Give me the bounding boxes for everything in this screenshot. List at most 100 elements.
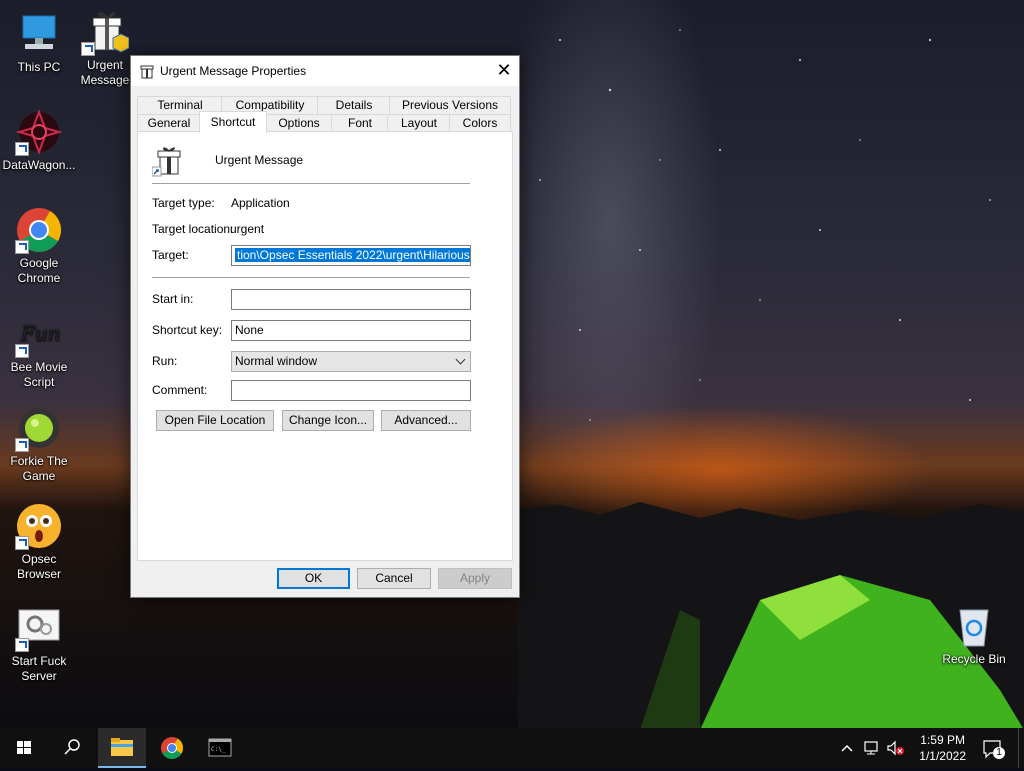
target-type-label: Target type:: [152, 196, 215, 210]
bee-movie-icon: Fun: [15, 310, 63, 358]
desktop-icon-label: Opsec Browser: [16, 552, 61, 581]
shortcut-arrow-icon: [15, 344, 29, 358]
desktop-icon-label: Google Chrome: [17, 256, 61, 285]
chevron-down-icon: [455, 354, 466, 365]
tab-layout[interactable]: Layout: [387, 114, 451, 132]
tab-font[interactable]: Font: [331, 114, 389, 132]
shortcut-arrow-icon: [15, 638, 29, 652]
start-in-input[interactable]: [231, 289, 471, 310]
show-hidden-icons-button[interactable]: [840, 741, 854, 755]
desktop-icon-bee-movie-script[interactable]: Fun Bee Movie Script: [1, 310, 77, 390]
desktop-icon-forkie-the-game[interactable]: Forkie The Game: [1, 404, 77, 484]
target-location-value: urgent: [230, 222, 265, 236]
show-desktop-button[interactable]: [1018, 728, 1024, 768]
clock-time: 1:59 PM: [920, 733, 965, 747]
action-center-button[interactable]: 1: [982, 738, 1006, 760]
volume-tray-button[interactable]: [886, 740, 906, 756]
desktop-icon-label: Start Fuck Server: [11, 654, 67, 683]
opsec-browser-icon: [15, 502, 63, 550]
target-value: tion\Opsec Essentials 2022\urgent\Hilari…: [235, 248, 470, 262]
desktop-icon-urgent-message[interactable]: Urgent Message: [77, 8, 133, 88]
desktop-icon-opsec-browser[interactable]: Opsec Browser: [1, 502, 77, 582]
network-tray-button[interactable]: [863, 740, 881, 756]
shortcut-arrow-icon: [15, 142, 29, 156]
change-icon-button[interactable]: Change Icon...: [282, 410, 374, 431]
chrome-icon: [15, 206, 63, 254]
notification-count: 1: [996, 747, 1002, 758]
target-label: Target:: [152, 248, 189, 262]
cancel-button[interactable]: Cancel: [357, 568, 431, 589]
desktop-icon-recycle-bin[interactable]: Recycle Bin: [936, 602, 1012, 667]
taskbar-clock[interactable]: 1:59 PM 1/1/2022: [919, 732, 966, 764]
shortcut-panel: Urgent Message Target type: Application …: [137, 131, 513, 561]
folder-icon: [111, 738, 133, 756]
clock-date: 1/1/2022: [919, 749, 966, 763]
terminal-icon: C:\_: [208, 738, 232, 757]
open-file-location-button[interactable]: Open File Location: [156, 410, 274, 431]
comment-input[interactable]: [231, 380, 471, 401]
desktop-icon-label: Bee Movie Script: [10, 360, 68, 389]
shortcut-arrow-icon: [15, 536, 29, 550]
windows-logo-icon: [17, 741, 31, 754]
title-bar[interactable]: Urgent Message Properties ✕: [131, 56, 519, 86]
tab-general[interactable]: General: [137, 114, 201, 132]
target-location-label: Target location:: [152, 222, 234, 236]
desktop-icon-label: DataWagon...: [2, 158, 76, 172]
shortcut-arrow-icon: [81, 42, 95, 56]
start-button[interactable]: [0, 728, 48, 768]
chrome-icon: [161, 737, 183, 759]
shortcut-name: Urgent Message: [215, 153, 304, 167]
svg-text:C:\_: C:\_: [211, 746, 226, 753]
search-button[interactable]: [48, 728, 96, 768]
desktop-icon-google-chrome[interactable]: Google Chrome: [1, 206, 77, 286]
close-icon: ✕: [496, 60, 512, 80]
desktop-icon-label: This PC: [17, 60, 61, 74]
chevron-up-icon: [841, 744, 853, 752]
tab-previous-versions[interactable]: Previous Versions: [389, 96, 511, 114]
shortcut-key-input[interactable]: None: [231, 320, 471, 341]
network-icon: [864, 741, 878, 755]
gift-box-icon: [81, 8, 130, 56]
desktop-icon-label: Forkie The Game: [10, 454, 68, 483]
shortcut-key-label: Shortcut key:: [152, 323, 223, 337]
taskbar: C:\_ 1:59 PM 1/1/2022 1: [0, 728, 1024, 768]
divider: [152, 277, 470, 278]
tab-options[interactable]: Options: [265, 114, 333, 132]
datawagon-icon: [15, 108, 63, 156]
gift-box-icon: [139, 63, 155, 79]
tab-details[interactable]: Details: [317, 96, 391, 114]
target-type-value: Application: [231, 196, 290, 210]
desktop-icon-this-pc[interactable]: This PC: [1, 10, 77, 75]
dialog-title: Urgent Message Properties: [160, 64, 307, 78]
forkie-icon: [15, 404, 63, 452]
desktop-icon-datawagon[interactable]: DataWagon...: [1, 108, 77, 173]
svg-text:Fun: Fun: [20, 321, 61, 345]
close-button[interactable]: ✕: [489, 56, 519, 86]
search-icon: [64, 739, 80, 755]
start-in-label: Start in:: [152, 292, 194, 306]
shortcut-app-icon: [151, 145, 184, 177]
run-label: Run:: [152, 354, 178, 368]
taskbar-file-explorer[interactable]: [98, 728, 146, 768]
advanced-button[interactable]: Advanced...: [381, 410, 471, 431]
target-input[interactable]: tion\Opsec Essentials 2022\urgent\Hilari…: [231, 245, 471, 266]
run-value: Normal window: [235, 354, 318, 368]
properties-dialog: Urgent Message Properties ✕ Terminal Com…: [130, 55, 520, 598]
tab-colors[interactable]: Colors: [449, 114, 511, 132]
comment-label: Comment:: [152, 383, 208, 397]
this-pc-icon: [15, 10, 63, 58]
desktop-icon-start-server[interactable]: Start Fuck Server: [1, 604, 77, 684]
desktop-icon-label: Urgent Message: [80, 58, 130, 87]
ok-button[interactable]: OK: [277, 568, 350, 589]
divider: [152, 183, 470, 184]
recycle-bin-icon: [950, 602, 998, 650]
shortcut-arrow-icon: [15, 240, 29, 254]
apply-button[interactable]: Apply: [438, 568, 512, 589]
volume-muted-icon: [887, 740, 904, 756]
taskbar-chrome[interactable]: [148, 728, 196, 768]
server-gear-icon: [15, 604, 63, 652]
tab-shortcut[interactable]: Shortcut: [199, 111, 267, 133]
taskbar-terminal[interactable]: C:\_: [196, 728, 244, 768]
run-select[interactable]: Normal window: [231, 351, 471, 372]
desktop-icon-label: Recycle Bin: [942, 652, 1006, 666]
